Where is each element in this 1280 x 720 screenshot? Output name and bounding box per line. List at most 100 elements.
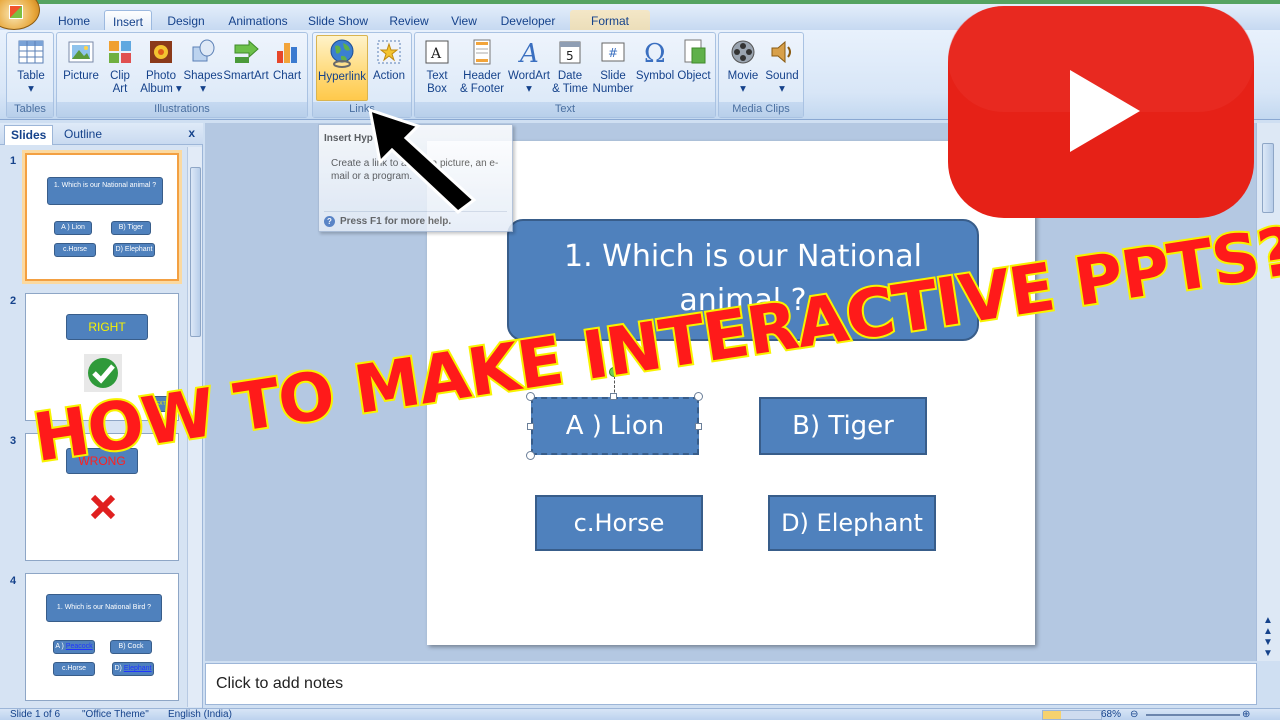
date-time-label-2: & Time: [552, 83, 588, 95]
sound-button[interactable]: Sound ▾: [763, 35, 801, 96]
symbol-button[interactable]: Ω Symbol: [635, 35, 675, 83]
table-button[interactable]: Table ▾: [11, 35, 51, 96]
globe-link-icon: [330, 39, 354, 68]
svg-text:A: A: [430, 46, 442, 62]
date-time-button[interactable]: 5 Date & Time: [551, 35, 589, 96]
text-box-label-2: Box: [427, 83, 447, 95]
date-time-label-1: Date: [557, 70, 583, 82]
thumb-right-label: RIGHT: [66, 314, 148, 340]
hyperlink-button[interactable]: Hyperlink: [316, 35, 368, 101]
text-box-icon: A: [425, 40, 449, 64]
slide-scrollbar[interactable]: ▲ ▲ ▼ ▼: [1256, 123, 1280, 661]
action-button[interactable]: Action: [369, 35, 409, 83]
thumb-number: 4: [10, 575, 17, 587]
scroll-thumb[interactable]: [190, 167, 201, 337]
smartart-button[interactable]: SmartArt: [223, 35, 269, 83]
thumb-option: D) Elephant: [113, 243, 155, 257]
thumb-option: c.Horse: [53, 662, 95, 676]
header-footer-icon: [473, 39, 491, 65]
office-button[interactable]: [0, 0, 40, 30]
thumb-question: 1. Which is our National animal ?: [47, 177, 163, 205]
picture-label: Picture: [63, 70, 99, 82]
scroll-thumb[interactable]: [1262, 143, 1274, 213]
speaker-icon: [771, 40, 791, 64]
header-footer-button[interactable]: Header & Footer: [457, 35, 507, 96]
cross-icon: [90, 494, 116, 520]
sound-label: Sound: [765, 70, 799, 82]
thumb-option-prefix: A ): [55, 643, 64, 650]
movie-label: Movie: [727, 70, 759, 82]
view-buttons[interactable]: [1042, 710, 1102, 720]
close-panel-icon[interactable]: x: [188, 126, 195, 140]
clip-art-icon: [109, 41, 131, 63]
resize-handle[interactable]: [527, 423, 534, 430]
text-box-button[interactable]: A Text Box: [419, 35, 455, 96]
clip-art-label-1: Clip: [110, 70, 130, 82]
header-footer-label-2: & Footer: [459, 83, 505, 95]
object-icon: [684, 39, 706, 64]
svg-text:#: #: [608, 46, 618, 60]
thumb-option-link[interactable]: Elephant: [124, 665, 152, 672]
option-b-shape[interactable]: B) Tiger: [759, 397, 927, 455]
photo-album-button[interactable]: Photo Album ▾: [139, 35, 183, 96]
thumb-option-link[interactable]: Peacock: [66, 643, 93, 650]
resize-handle[interactable]: [694, 392, 703, 401]
resize-handle[interactable]: [695, 423, 702, 430]
shapes-button[interactable]: Shapes ▾: [183, 35, 223, 96]
tab-slides[interactable]: Slides: [4, 125, 54, 145]
help-icon: ?: [324, 216, 335, 227]
notes-pane[interactable]: Click to add notes: [205, 663, 1257, 705]
zoom-slider[interactable]: [1146, 714, 1240, 716]
group-media-clips: Movie ▾ Sound ▾ Media Clips: [718, 32, 804, 118]
thumb-number: 3: [10, 435, 17, 447]
zoom-level[interactable]: 68%: [1101, 709, 1121, 720]
thumb-option: A ) Peacock: [53, 640, 95, 654]
shapes-label: Shapes: [183, 70, 223, 82]
theme-name[interactable]: "Office Theme": [82, 709, 149, 720]
resize-handle[interactable]: [526, 451, 535, 460]
zoom-in-icon[interactable]: ⊕: [1242, 709, 1250, 720]
smartart-icon: [234, 39, 259, 63]
slide-number-icon: #: [601, 42, 625, 62]
slide-number-button[interactable]: # Slide Number: [591, 35, 635, 96]
smartart-label: SmartArt: [223, 70, 269, 82]
illustrations-group-label: Illustrations: [57, 102, 307, 117]
svg-text:A: A: [518, 39, 539, 67]
header-footer-label-1: Header: [463, 70, 501, 82]
media-clips-group-label: Media Clips: [719, 102, 803, 117]
action-icon: [377, 40, 401, 64]
tab-outline[interactable]: Outline: [58, 125, 108, 145]
option-a-shape[interactable]: A ) Lion: [531, 397, 699, 455]
symbol-label: Symbol: [635, 70, 675, 82]
zoom-out-icon[interactable]: ⊖: [1130, 709, 1138, 720]
svg-text:5: 5: [566, 49, 574, 63]
movie-button[interactable]: Movie ▾: [723, 35, 763, 96]
slide-number-label-2: Number: [592, 83, 634, 95]
slide-thumbnail-4[interactable]: 1. Which is our National Bird ? A ) Peac…: [25, 573, 179, 701]
tooltip-help-text: Press F1 for more help.: [340, 216, 452, 227]
option-d-shape[interactable]: D) Elephant: [768, 495, 936, 551]
language[interactable]: English (India): [168, 709, 232, 720]
picture-icon: [68, 41, 94, 63]
object-button[interactable]: Object: [675, 35, 713, 83]
thumb-option: A ) Lion: [54, 221, 92, 235]
big-arrow-pointer-icon: [368, 107, 477, 214]
thumb-option: B) Tiger: [111, 221, 151, 235]
chart-button[interactable]: Chart: [269, 35, 305, 83]
tables-group-label: Tables: [7, 102, 53, 117]
picture-button[interactable]: Picture: [61, 35, 101, 83]
clip-art-button[interactable]: Clip Art: [103, 35, 137, 96]
resize-handle[interactable]: [610, 393, 617, 400]
table-label: Table: [17, 70, 45, 82]
film-reel-icon: [731, 40, 755, 64]
svg-text:Ω: Ω: [644, 39, 666, 67]
slide-thumbnail-1[interactable]: 1. Which is our National animal ? A ) Li…: [25, 153, 179, 281]
shapes-icon: [192, 39, 215, 62]
next-slide-icon[interactable]: ▼ ▼: [1263, 637, 1273, 659]
previous-slide-icon[interactable]: ▲ ▲: [1263, 615, 1273, 637]
thumb-option-prefix: D): [114, 665, 122, 672]
thumb-option: D) Elephant: [112, 662, 154, 676]
wordart-button[interactable]: A WordArt ▾: [507, 35, 551, 96]
object-label: Object: [677, 70, 711, 82]
option-c-shape[interactable]: c.Horse: [535, 495, 703, 551]
